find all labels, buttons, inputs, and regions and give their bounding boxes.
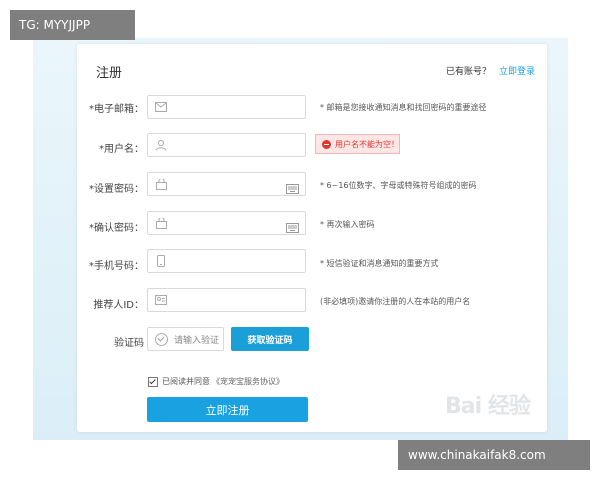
confirm-password-hint: * 再次输入密码	[320, 220, 375, 229]
lock-icon	[155, 178, 167, 190]
username-error: 用户名不能为空！	[315, 134, 400, 154]
email-label: *电子邮箱：	[89, 104, 144, 115]
login-link[interactable]: 立即登录	[499, 67, 535, 77]
username-field[interactable]	[147, 133, 306, 157]
keyboard-icon[interactable]	[286, 179, 299, 194]
phone-label: *手机号码：	[89, 261, 144, 272]
confirm-password-label: *确认密码：	[89, 223, 144, 234]
email-hint: * 邮箱是您接收通知消息和找回密码的重要途径	[320, 103, 487, 112]
register-button[interactable]: 立即注册	[147, 397, 308, 422]
id-card-icon	[155, 294, 167, 306]
agree-text: 已阅读并同意	[162, 377, 210, 386]
agreement-row: 已阅读并同意 《宠宠宝服务协议》	[148, 376, 284, 387]
confirm-password-field[interactable]	[147, 211, 306, 235]
phone-field[interactable]	[147, 249, 306, 273]
verification-code-field[interactable]: 请输入验证	[147, 327, 224, 351]
email-icon	[155, 101, 167, 113]
phone-hint: * 短信验证和消息通知的重要方式	[320, 259, 439, 268]
referrer-id-field[interactable]	[147, 288, 306, 312]
check-circle-icon	[155, 332, 168, 346]
site-url-badge: www.chinakaifak8.com	[398, 440, 590, 470]
referrer-hint: (非必填项)邀请你注册的人在本站的用户名	[320, 297, 471, 306]
telegram-badge: TG: MYYJJPP	[10, 10, 135, 40]
get-code-button[interactable]: 获取验证码	[231, 327, 309, 351]
baidu-watermark: Bai 经验	[445, 394, 531, 419]
login-prompt-text: 已有账号？	[446, 67, 492, 77]
password-hint: * 6~16位数字、字母或特殊符号组成的密码	[320, 181, 477, 190]
lock-icon	[155, 217, 167, 229]
page-title: 注册	[96, 66, 123, 81]
code-placeholder: 请输入验证	[174, 335, 220, 346]
code-label: 验证码	[114, 338, 144, 349]
phone-icon	[155, 255, 167, 267]
password-field[interactable]	[147, 172, 306, 196]
error-message: 用户名不能为空！	[335, 139, 399, 149]
referrer-label: 推荐人ID：	[93, 300, 144, 311]
agreement-link[interactable]: 《宠宠宝服务协议》	[212, 376, 284, 387]
agree-checkbox[interactable]	[148, 376, 158, 387]
user-icon	[155, 139, 167, 151]
username-label: *用户名：	[99, 144, 144, 155]
email-field[interactable]	[147, 95, 306, 119]
keyboard-icon[interactable]	[286, 218, 299, 233]
password-label: *设置密码：	[89, 184, 144, 195]
error-icon	[322, 139, 331, 149]
login-prompt: 已有账号？ 立即登录	[446, 64, 535, 77]
